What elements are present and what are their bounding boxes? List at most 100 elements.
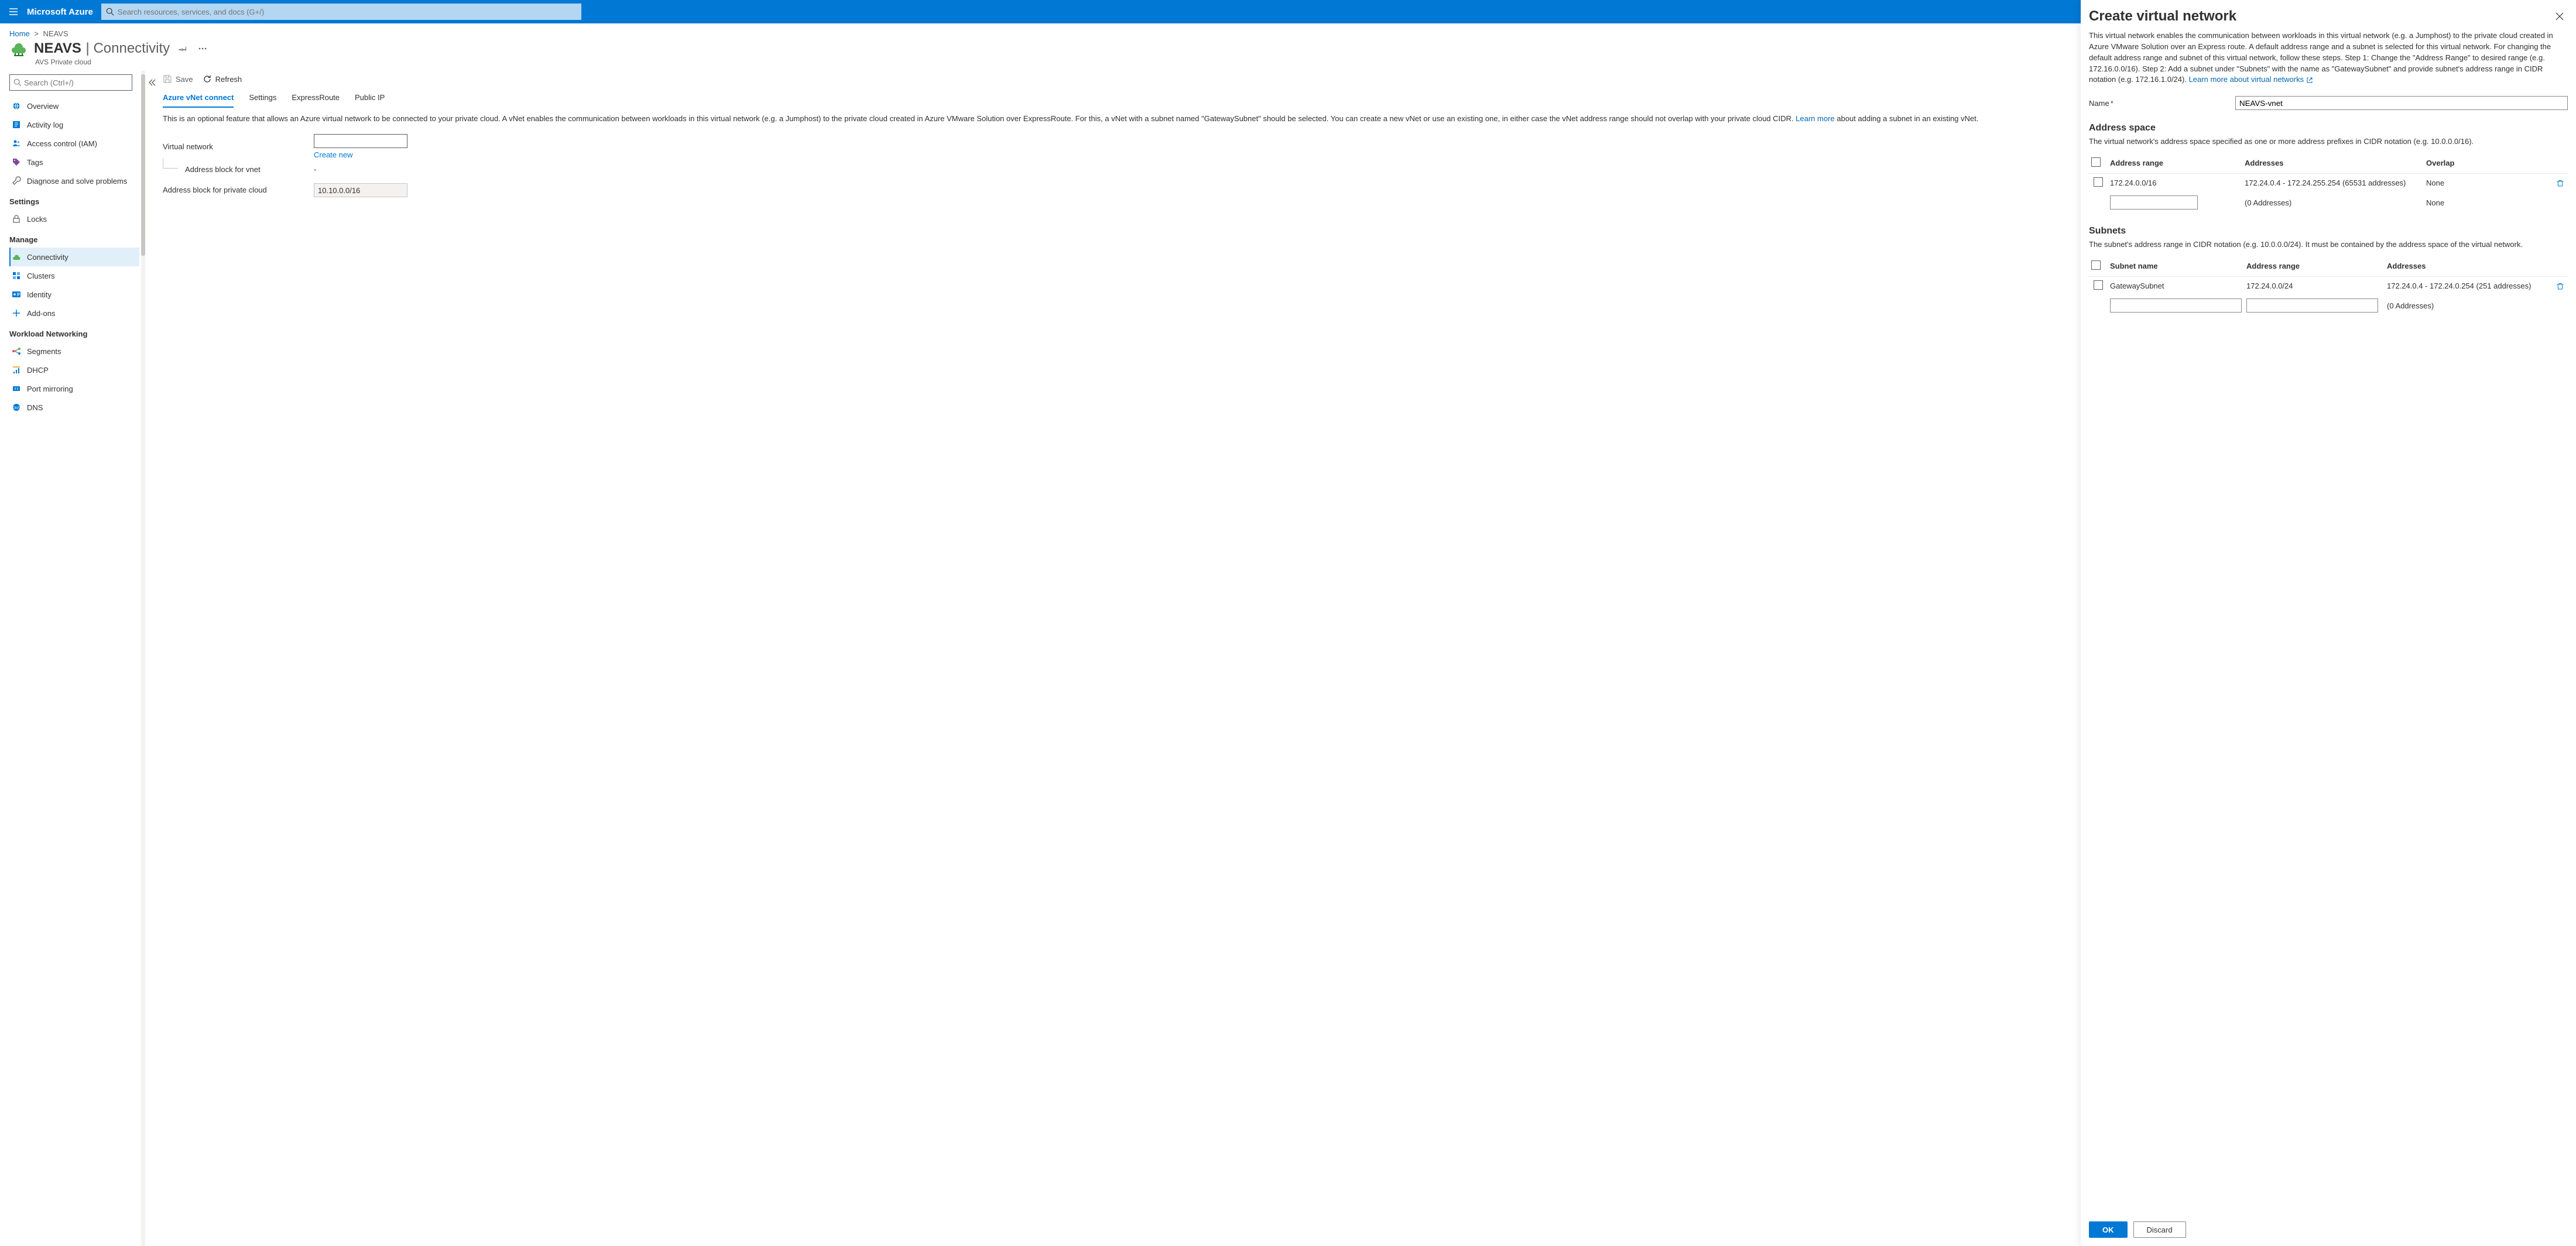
cloud-net-icon (12, 252, 21, 262)
ok-button[interactable]: OK (2089, 1221, 2128, 1238)
search-icon (106, 8, 114, 16)
tab-public-ip[interactable]: Public IP (355, 90, 385, 108)
subnet-addresses-value: 172.24.0.4 - 172.24.0.254 (251 addresses… (2385, 277, 2554, 296)
name-label: Name* (2089, 99, 2235, 108)
sidebar-item-dns[interactable]: DNS DNS (9, 398, 139, 417)
more-icon (198, 47, 207, 50)
tab-settings[interactable]: Settings (249, 90, 276, 108)
address-select-all-checkbox[interactable] (2091, 157, 2101, 167)
name-input[interactable] (2235, 96, 2568, 110)
sidebar-item-identity[interactable]: Identity (9, 285, 139, 304)
address-space-sub: The virtual network's address space spec… (2089, 137, 2568, 146)
refresh-button[interactable]: Refresh (203, 74, 242, 84)
subnets-sub: The subnet's address range in CIDR notat… (2089, 240, 2568, 249)
blade-description: This virtual network enables the communi… (2089, 30, 2568, 85)
sidebar-item-add-ons[interactable]: Add-ons (9, 304, 139, 322)
create-new-link[interactable]: Create new (314, 150, 352, 159)
blade-learn-more-link[interactable]: Learn more about virtual networks (2189, 75, 2313, 84)
identity-icon (12, 290, 21, 299)
blade-close-button[interactable] (2551, 8, 2568, 25)
delete-icon (2556, 282, 2564, 290)
sidebar-item-label: Diagnose and solve problems (27, 177, 127, 186)
sidebar-section-manage: Manage (9, 235, 139, 244)
sidebar-item-overview[interactable]: Overview (9, 97, 139, 115)
subnets-heading: Subnets (2089, 226, 2568, 236)
subnets-table: Subnet name Address range Addresses Gate… (2089, 256, 2568, 316)
resource-icon (9, 39, 28, 58)
iam-icon (12, 139, 21, 148)
plus-icon (12, 308, 21, 318)
addr-cloud-label: Address block for private cloud (163, 186, 314, 194)
pin-button[interactable] (176, 42, 190, 56)
save-icon (163, 74, 172, 84)
address-range-input[interactable] (2110, 195, 2198, 210)
sidebar-item-connectivity[interactable]: Connectivity (9, 248, 139, 266)
pin-icon (179, 44, 187, 53)
delete-icon (2556, 179, 2564, 187)
addr-vnet-label: Address block for vnet (185, 165, 314, 174)
tab-expressroute[interactable]: ExpressRoute (292, 90, 340, 108)
breadcrumb-separator: > (34, 29, 39, 38)
learn-more-link[interactable]: Learn more (1796, 114, 1834, 123)
sidebar-item-dhcp[interactable]: DHCP (9, 361, 139, 379)
lock-icon (12, 214, 21, 224)
subnet-addresses-value: (0 Addresses) (2385, 295, 2554, 316)
col-subnet-range: Address range (2244, 256, 2385, 277)
sidebar-item-label: Segments (27, 347, 61, 356)
tab-azure-vnet-connect[interactable]: Azure vNet connect (163, 90, 234, 108)
dns-icon: DNS (12, 403, 21, 412)
sidebar-section-workload-networking: Workload Networking (9, 329, 139, 338)
sidebar-item-locks[interactable]: Locks (9, 210, 139, 228)
address-space-table: Address range Addresses Overlap 172.24.0… (2089, 153, 2568, 213)
subnet-row: GatewaySubnet 172.24.0.0/24 172.24.0.4 - 1… (2089, 277, 2568, 296)
tree-indent (163, 158, 178, 169)
sidebar-item-activity-log[interactable]: Activity log (9, 115, 139, 134)
address-row: 172.24.0.0/16172.24.0.4 - 172.24.255.254… (2089, 174, 2568, 193)
delete-subnet-button[interactable] (2556, 282, 2565, 290)
sidebar-search[interactable] (9, 74, 132, 91)
delete-address-button[interactable] (2556, 179, 2565, 187)
col-subnet-name: Subnet name (2108, 256, 2244, 277)
global-search[interactable] (101, 4, 581, 20)
sidebar-item-port-mirroring[interactable]: Port mirroring (9, 379, 139, 398)
sidebar-scrollbar-thumb[interactable] (141, 74, 145, 256)
subnet-range-value: 172.24.0.0/24 (2246, 282, 2293, 290)
brand-label: Microsoft Azure (23, 7, 101, 17)
addr-cloud-value: 10.10.0.0/16 (314, 183, 407, 197)
discard-button[interactable]: Discard (2133, 1221, 2186, 1238)
breadcrumb-current: NEAVS (43, 29, 68, 38)
address-row-checkbox[interactable] (2094, 177, 2103, 187)
subnet-range-input[interactable] (2246, 298, 2378, 313)
log-icon (12, 120, 21, 129)
hamburger-menu[interactable] (4, 2, 23, 22)
vnet-input[interactable] (314, 134, 407, 148)
sidebar-item-diagnose-and-solve-problems[interactable]: Diagnose and solve problems (9, 171, 139, 190)
sidebar-scrollbar-track (141, 71, 145, 1246)
subnet-name-input[interactable] (2110, 298, 2242, 313)
col-addresses: Addresses (2242, 153, 2424, 174)
subnet-name-value: GatewaySubnet (2110, 282, 2164, 290)
sidebar-item-label: Activity log (27, 121, 63, 129)
save-button[interactable]: Save (163, 74, 193, 84)
sidebar-item-label: Clusters (27, 272, 55, 280)
sidebar-item-label: Connectivity (27, 253, 68, 262)
sidebar-item-tags[interactable]: Tags (9, 153, 139, 171)
subnet-row-checkbox[interactable] (2094, 280, 2103, 290)
sidebar-item-access-control-iam-[interactable]: Access control (IAM) (9, 134, 139, 153)
mirror-icon (12, 384, 21, 393)
sidebar-item-segments[interactable]: Segments (9, 342, 139, 361)
subnet-select-all-checkbox[interactable] (2091, 260, 2101, 270)
sidebar-search-input[interactable] (24, 78, 128, 87)
col-overlap: Overlap (2424, 153, 2554, 174)
clusters-icon (12, 271, 21, 280)
sidebar-item-label: Locks (27, 215, 47, 224)
breadcrumb-home[interactable]: Home (9, 29, 30, 38)
segments-icon (12, 346, 21, 356)
global-search-input[interactable] (118, 8, 577, 16)
sidebar: Overview Activity log Access control (IAM)… (0, 71, 145, 1246)
sidebar-item-label: DNS (27, 403, 43, 412)
sidebar-item-clusters[interactable]: Clusters (9, 266, 139, 285)
more-button[interactable] (196, 42, 210, 56)
search-icon (13, 78, 22, 87)
overlap-value: None (2424, 174, 2554, 193)
